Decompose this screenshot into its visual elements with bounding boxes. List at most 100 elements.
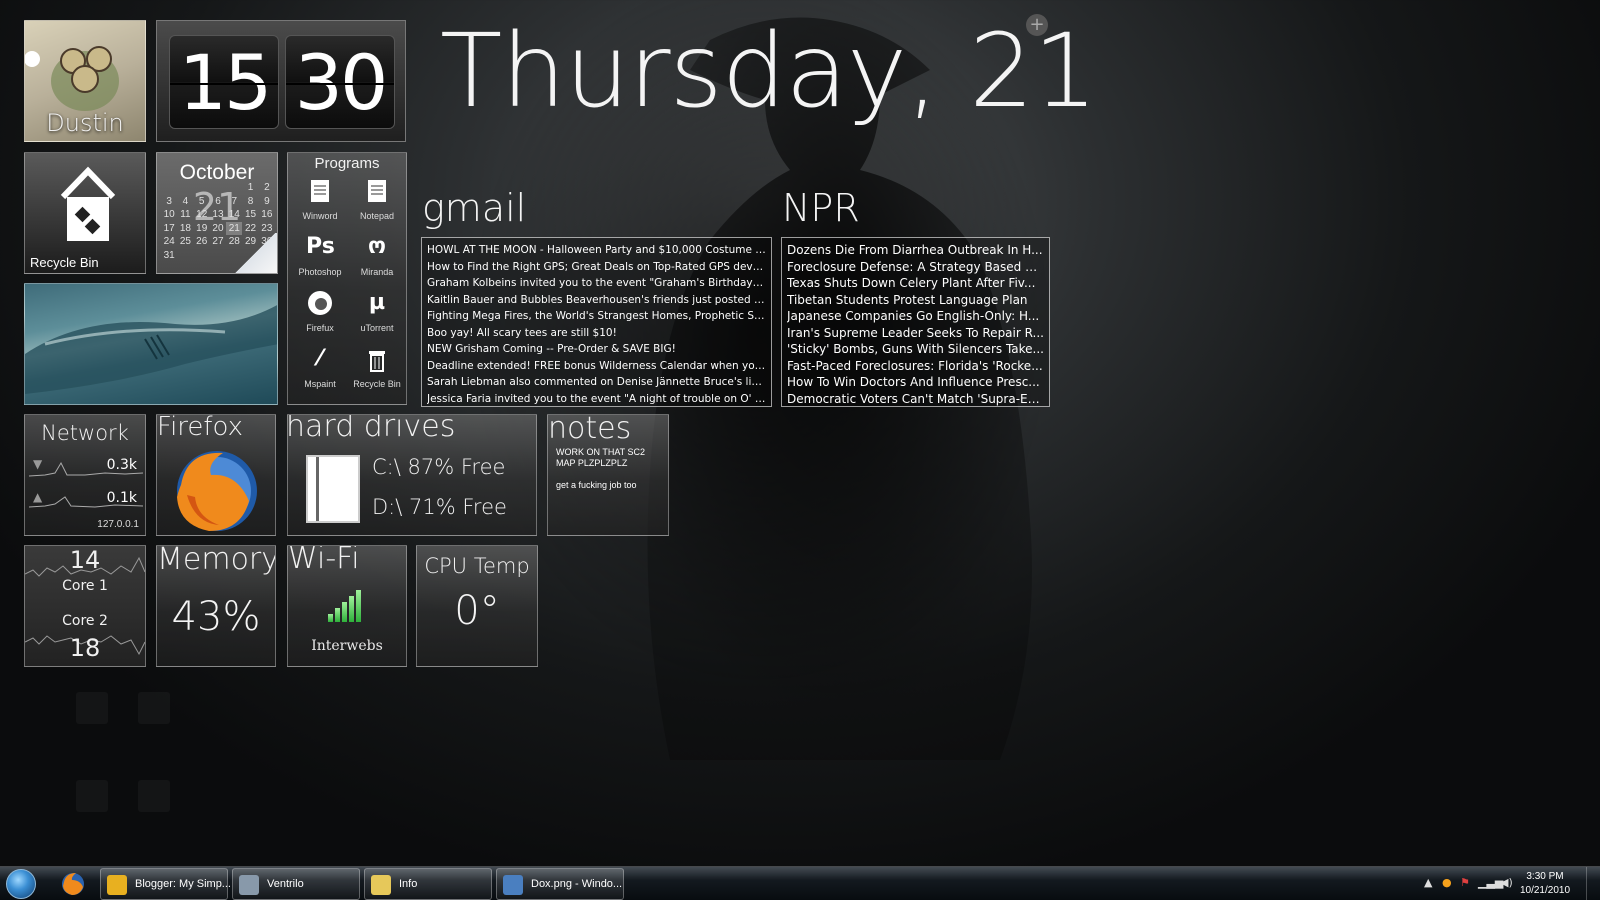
- cpu-temp-title: CPU Temp: [424, 554, 530, 578]
- cpu-cores-tile[interactable]: 14 Core 1 Core 2 18: [24, 545, 146, 667]
- taskbar-button[interactable]: Info: [364, 868, 492, 900]
- program-label: Mspaint: [304, 379, 336, 389]
- network-tile[interactable]: Network ▼ 0.3k ▲ 0.1k 127.0.0.1: [24, 414, 146, 536]
- memory-tile[interactable]: Memory 43%: [156, 545, 276, 667]
- calendar-day[interactable]: 5: [194, 195, 210, 209]
- user-tile[interactable]: Dustin: [24, 20, 146, 142]
- calendar-day[interactable]: 15: [242, 208, 258, 222]
- desktop-icon[interactable]: [76, 780, 108, 812]
- gmail-item[interactable]: Jessica Faria invited you to the event "…: [427, 391, 766, 408]
- add-gadget-icon[interactable]: +: [1026, 14, 1048, 36]
- program-utorrent[interactable]: µ uTorrent: [349, 289, 405, 343]
- gmail-item[interactable]: How to Find the Right GPS; Great Deals o…: [427, 259, 766, 276]
- desktop-icon[interactable]: [76, 692, 108, 724]
- recycle-bin-label: Recycle Bin: [30, 255, 99, 270]
- drive-d-free: D:\ 71% Free: [372, 495, 507, 519]
- gmail-item[interactable]: Deadline extended! FREE bonus Wilderness…: [427, 358, 766, 375]
- taskbar-button[interactable]: Dox.png - Windo...: [496, 868, 624, 900]
- gmail-item[interactable]: Boo yay! All scary tees are still $10!: [427, 325, 766, 342]
- action-center-flag-icon[interactable]: ⚑: [1460, 876, 1470, 889]
- calendar-day[interactable]: 18: [177, 222, 193, 236]
- gmail-item[interactable]: HOWL AT THE MOON - Halloween Party and $…: [427, 242, 766, 259]
- desktop-icon[interactable]: [138, 692, 170, 724]
- npr-headline[interactable]: Texas Shuts Down Celery Plant After Fiv.…: [787, 275, 1044, 292]
- calendar-day[interactable]: 16: [259, 208, 275, 222]
- gmail-item[interactable]: Fighting Mega Fires, the World's Strange…: [427, 308, 766, 325]
- calendar-day[interactable]: 13: [210, 208, 226, 222]
- show-desktop-button[interactable]: [1586, 867, 1600, 900]
- calendar-day[interactable]: 25: [177, 235, 193, 249]
- taskbar-button-label: Dox.png - Windo...: [531, 878, 623, 890]
- firefox-tile[interactable]: Firefox: [156, 414, 276, 536]
- gmail-item[interactable]: NEW Grisham Coming -- Pre-Order & SAVE B…: [427, 341, 766, 358]
- npr-headline[interactable]: Dozens Die From Diarrhea Outbreak In H..…: [787, 242, 1044, 259]
- calendar-day[interactable]: 19: [194, 222, 210, 236]
- desktop-icon[interactable]: [138, 780, 170, 812]
- wifi-signal-icon: [328, 588, 368, 622]
- note-line: get a fucking job too: [556, 480, 637, 490]
- program-notepad[interactable]: Notepad: [349, 177, 405, 231]
- calendar-day[interactable]: 27: [210, 235, 226, 249]
- npr-headline[interactable]: Foreclosure Defense: A Strategy Based O.…: [787, 259, 1044, 276]
- calendar-day[interactable]: 10: [161, 208, 177, 222]
- taskbar-button[interactable]: Ventrilo: [232, 868, 360, 900]
- gmail-item[interactable]: Kaitlin Bauer and Bubbles Beaverhousen's…: [427, 292, 766, 309]
- program-photoshop[interactable]: Ps Photoshop: [292, 233, 348, 287]
- calendar-day[interactable]: 11: [177, 208, 193, 222]
- cpu-temp-tile[interactable]: CPU Temp 0°: [416, 545, 538, 667]
- folder-icon: [371, 875, 391, 895]
- calendar-day[interactable]: 17: [161, 222, 177, 236]
- calendar-tile[interactable]: 21 1 2 3 4 5 6 7 8 9 10 11 12 13 14 15 16 17 18 19 20 21 22 23…: [156, 152, 278, 274]
- notes-tile[interactable]: notes WORK ON THAT SC2 MAP PLZPLZPLZ get…: [547, 414, 669, 536]
- hard-drives-tile[interactable]: hard drives C:\ 87% Free D:\ 71% Free: [287, 414, 537, 536]
- npr-headline[interactable]: How To Win Doctors And Influence Presc..…: [787, 374, 1044, 391]
- taskbar-button[interactable]: Blogger: My Simp...: [100, 868, 231, 900]
- clock-hour: 15: [169, 35, 279, 129]
- calendar-day[interactable]: 7: [226, 195, 242, 209]
- program-winword[interactable]: Winword: [292, 177, 348, 231]
- calendar-day[interactable]: 20: [210, 222, 226, 236]
- program-miranda[interactable]: ო Miranda: [349, 233, 405, 287]
- tray-clock[interactable]: 3:30 PM 10/21/2010: [1504, 870, 1586, 898]
- calendar-day[interactable]: 14: [226, 208, 242, 222]
- core2-value: 18: [69, 634, 101, 662]
- calendar-day[interactable]: 31: [161, 249, 177, 263]
- program-firefux[interactable]: Firefux: [292, 289, 348, 343]
- calendar-day[interactable]: 8: [242, 195, 258, 209]
- npr-headline[interactable]: Tibetan Students Protest Language Plan: [787, 292, 1044, 309]
- calendar-day[interactable]: 26: [194, 235, 210, 249]
- memory-title: Memory: [157, 545, 276, 577]
- download-arrow-icon: ▼: [33, 457, 43, 471]
- calendar-day[interactable]: 12: [194, 208, 210, 222]
- npr-headline[interactable]: 'Sticky' Bombs, Guns With Silencers Take…: [787, 341, 1044, 358]
- ventrilo-icon: [239, 875, 259, 895]
- start-button[interactable]: [6, 869, 36, 899]
- user-name: Dustin: [46, 109, 124, 137]
- wifi-tile[interactable]: Wi-Fi Interwebs: [287, 545, 407, 667]
- signal-bar: [349, 596, 354, 622]
- npr-headline[interactable]: Democratic Voters Can't Match 'Supra-En.…: [787, 391, 1044, 408]
- shark-photo-tile[interactable]: [24, 283, 278, 405]
- calendar-day[interactable]: 3: [161, 195, 177, 209]
- tray-app-icon[interactable]: ●: [1442, 876, 1452, 889]
- program-mspaint[interactable]: ⁄ Mspaint: [292, 345, 348, 399]
- utorrent-icon: µ: [368, 290, 386, 315]
- calendar-day[interactable]: 9: [259, 195, 275, 209]
- npr-headline[interactable]: Fast-Paced Foreclosures: Florida's 'Rock…: [787, 358, 1044, 375]
- calendar-day[interactable]: 4: [177, 195, 193, 209]
- recycle-bin-tile[interactable]: Recycle Bin: [24, 152, 146, 274]
- calendar-day[interactable]: 6: [210, 195, 226, 209]
- npr-headline[interactable]: Iran's Supreme Leader Seeks To Repair R.…: [787, 325, 1044, 342]
- memory-value: 43%: [171, 594, 261, 640]
- tray-expand-icon[interactable]: ▲: [1424, 876, 1432, 889]
- wifi-title: Wi-Fi: [288, 545, 360, 576]
- program-label: Miranda: [360, 267, 394, 277]
- firefox-quicklaunch-icon[interactable]: [60, 871, 86, 897]
- program-recycle-bin[interactable]: Recycle Bin: [349, 345, 405, 399]
- gmail-item[interactable]: Graham Kolbeins invited you to the event…: [427, 275, 766, 292]
- calendar-day[interactable]: 24: [161, 235, 177, 249]
- gmail-item[interactable]: Sarah Liebman also commented on Denise J…: [427, 374, 766, 391]
- npr-headline[interactable]: Japanese Companies Go English-Only: H...: [787, 308, 1044, 325]
- upload-arrow-icon: ▲: [33, 490, 43, 504]
- core1-value: 14: [69, 546, 101, 574]
